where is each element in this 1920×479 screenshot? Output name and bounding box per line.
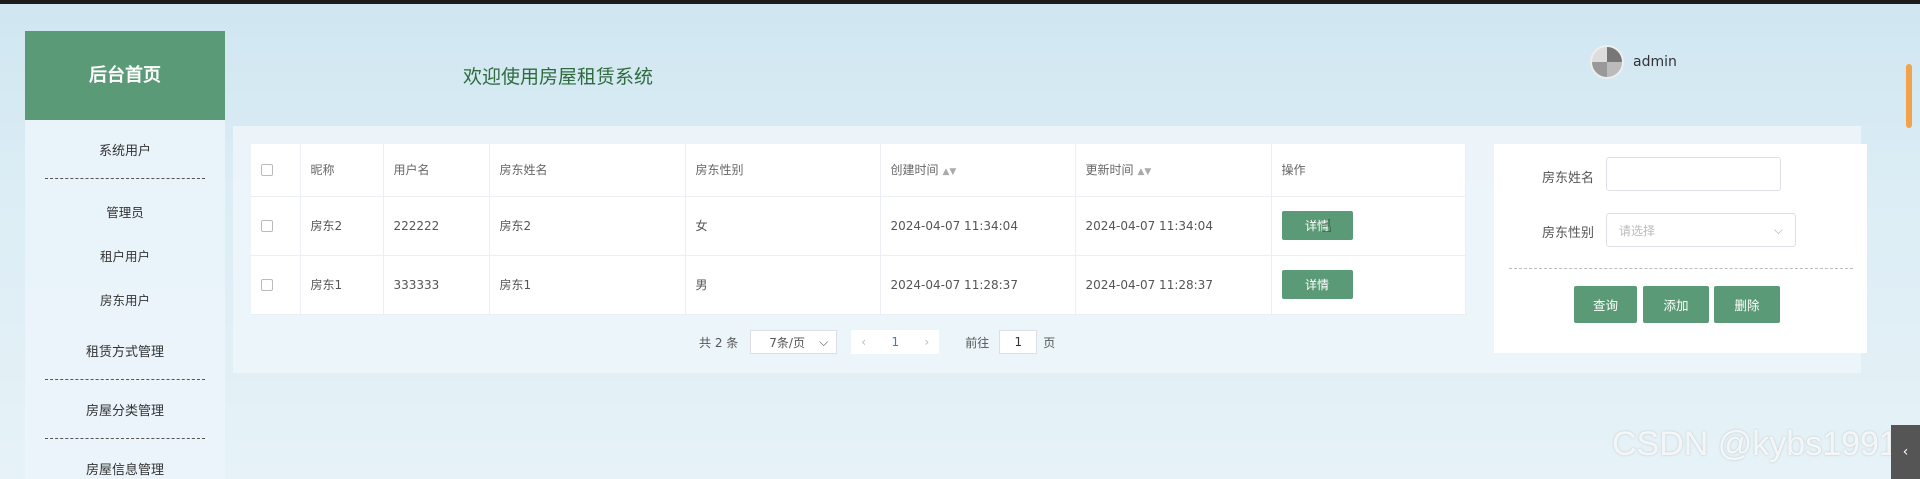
sidebar-home[interactable]: 后台首页 (25, 31, 225, 120)
detail-button[interactable]: 详情 (1281, 270, 1353, 299)
column-header-created-time[interactable]: 创建时间 ▲▼ (880, 144, 1076, 197)
back-to-top-icon[interactable]: ‹ (1891, 425, 1920, 479)
sidebar-item-rental-method[interactable]: 租赁方式管理 (25, 321, 225, 379)
page-size-select[interactable]: 7条/页 ⌵ (750, 330, 838, 354)
chevron-down-icon: ⌵ (1773, 222, 1783, 237)
chevron-left-icon[interactable]: ‹ (861, 335, 866, 349)
column-header-actions: 操作 (1271, 144, 1466, 197)
watermark: CSDN @kybs1991 (1612, 425, 1898, 463)
column-header-created-time-label: 创建时间 (890, 163, 939, 178)
chevron-down-icon: ⌵ (819, 334, 829, 349)
cell-actions: 详情 (1271, 196, 1466, 256)
page-size-value: 7条/页 (769, 335, 805, 350)
column-header-updated-time-label: 更新时间 (1085, 163, 1134, 178)
add-button[interactable]: 添加 (1643, 286, 1709, 323)
column-header-nickname: 昵称 (300, 144, 384, 197)
sidebar-divider (45, 178, 205, 179)
landlord-table: 昵称 用户名 房东姓名 房东性别 创建时间 ▲▼ 更新时间 ▲▼ 操作 房东2 22… (251, 144, 1466, 315)
query-button[interactable]: 查询 (1574, 286, 1637, 323)
chevron-right-icon[interactable]: › (924, 335, 929, 349)
select-all-checkbox[interactable] (261, 164, 273, 177)
pagination: 共 2 条 7条/页 ⌵ ‹ 1 › 前往 1 页 (699, 330, 1055, 354)
pagination-total: 共 2 条 (699, 335, 739, 350)
landlord-name-input[interactable] (1606, 157, 1781, 191)
landlord-gender-select[interactable]: 请选择 ⌵ (1606, 213, 1796, 247)
username-label[interactable]: admin (1633, 54, 1677, 70)
sidebar-group-system-users: 系统用户 管理员 租户用户 房东用户 (25, 120, 225, 321)
window-top-bar (0, 0, 1920, 4)
sidebar-group-house-category: 房屋分类管理 (25, 380, 225, 439)
landlord-name-label: 房东姓名 (1542, 171, 1595, 186)
page-number-current[interactable]: 1 (891, 335, 899, 349)
cell-landlord-name: 房东2 (489, 196, 686, 256)
table-row: 房东1 333333 房东1 男 2024-04-07 11:28:37 202… (251, 255, 1466, 315)
column-header-landlord-name: 房东姓名 (489, 144, 686, 197)
sidebar-item-system-users[interactable]: 系统用户 (25, 120, 225, 178)
header: 欢迎使用房屋租赁系统 admin (225, 31, 1861, 126)
sidebar-item-landlord-users[interactable]: 房东用户 (25, 277, 225, 321)
sidebar: 后台首页 系统用户 管理员 租户用户 房东用户 租赁方式管理 房屋分类管理 房屋… (25, 31, 225, 479)
sidebar-item-admin[interactable]: 管理员 (25, 189, 225, 233)
detail-button[interactable]: 详情 (1281, 211, 1353, 240)
row-checkbox-cell (251, 255, 301, 315)
cell-updated-time: 2024-04-07 11:28:37 (1075, 255, 1272, 315)
sidebar-item-house-category[interactable]: 房屋分类管理 (25, 380, 225, 438)
sidebar-item-house-info[interactable]: 房屋信息管理 (25, 439, 225, 479)
search-divider (1509, 268, 1853, 269)
sidebar-item-tenant-users[interactable]: 租户用户 (25, 233, 225, 277)
cell-landlord-name: 房东1 (489, 255, 686, 315)
cell-created-time: 2024-04-07 11:34:04 (880, 196, 1076, 256)
cell-username: 333333 (383, 255, 490, 315)
column-header-updated-time[interactable]: 更新时间 ▲▼ (1075, 144, 1272, 197)
cell-updated-time: 2024-04-07 11:34:04 (1075, 196, 1272, 256)
select-all-cell (251, 144, 301, 197)
main-panel: 昵称 用户名 房东姓名 房东性别 创建时间 ▲▼ 更新时间 ▲▼ 操作 房东2 22… (233, 126, 1867, 373)
cell-actions: 详情 (1271, 255, 1466, 315)
sort-caret-icon[interactable]: ▲▼ (943, 167, 957, 177)
landlord-gender-placeholder: 请选择 (1619, 223, 1656, 238)
cell-nickname: 房东2 (300, 196, 384, 256)
page-unit-label: 页 (1043, 335, 1056, 350)
sidebar-group-rental-method: 租赁方式管理 (25, 321, 225, 380)
row-checkbox-cell (251, 196, 301, 256)
delete-button[interactable]: 删除 (1714, 286, 1780, 323)
page-navigator: ‹ 1 › (851, 330, 940, 354)
cell-landlord-gender: 女 (685, 196, 881, 256)
sidebar-group-house-info: 房屋信息管理 (25, 439, 225, 479)
page-title: 欢迎使用房屋租赁系统 (463, 66, 654, 88)
cell-nickname: 房东1 (300, 255, 384, 315)
goto-label: 前往 (965, 335, 990, 350)
cell-landlord-gender: 男 (685, 255, 881, 315)
scrollbar-thumb[interactable] (1906, 64, 1912, 128)
sort-caret-icon[interactable]: ▲▼ (1138, 167, 1152, 177)
column-header-landlord-gender: 房东性别 (685, 144, 881, 197)
row-checkbox[interactable] (261, 279, 273, 291)
mouse-cursor-icon: ☝ (1321, 216, 1332, 237)
goto-page-input[interactable]: 1 (999, 330, 1038, 354)
table-row: 房东2 222222 房东2 女 2024-04-07 11:34:04 202… (251, 196, 1466, 256)
cell-username: 222222 (383, 196, 490, 256)
row-checkbox[interactable] (261, 220, 273, 232)
search-panel: 房东姓名 房东性别 请选择 ⌵ 查询 添加 删除 (1494, 144, 1867, 353)
landlord-gender-label: 房东性别 (1542, 226, 1595, 241)
avatar[interactable] (1590, 45, 1624, 79)
column-header-username: 用户名 (383, 144, 490, 197)
table-header-row: 昵称 用户名 房东姓名 房东性别 创建时间 ▲▼ 更新时间 ▲▼ 操作 (251, 144, 1466, 197)
cell-created-time: 2024-04-07 11:28:37 (880, 255, 1076, 315)
